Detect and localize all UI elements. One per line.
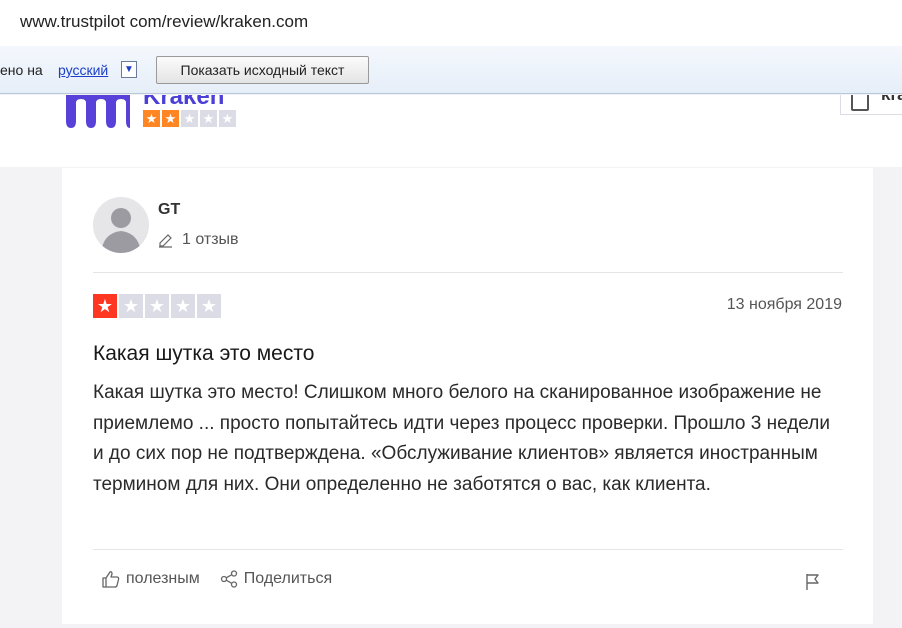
review-title[interactable]: Какая шутка это место — [93, 342, 314, 366]
review-card: GT 1 отзыв ★ ★ ★ ★ ★ 13 ноября 2019 Какая шу… — [62, 168, 873, 624]
thumbs-up-icon — [102, 571, 120, 588]
footer-divider — [93, 549, 843, 550]
star-icon: ★ — [93, 294, 117, 318]
kraken-logo[interactable] — [62, 95, 132, 131]
pencil-icon — [159, 233, 172, 248]
company-header: Kraken ★★★★★ kra — [0, 95, 902, 167]
star-icon: ★ — [145, 294, 169, 318]
review-count-text: 1 отзыв — [182, 231, 239, 248]
show-original-button[interactable]: Показать исходный текст — [156, 56, 369, 84]
star-icon: ★ — [181, 110, 198, 127]
review-actions: полезным Поделиться — [102, 570, 332, 588]
reviewer-name[interactable]: GT — [158, 201, 180, 219]
share-icon — [220, 570, 237, 588]
header-divider — [93, 272, 843, 273]
language-link[interactable]: русский — [58, 62, 108, 78]
star-icon: ★ — [197, 294, 221, 318]
star-icon: ★ — [119, 294, 143, 318]
review-rating-stars: ★ ★ ★ ★ ★ — [93, 294, 221, 318]
edit-icon — [851, 95, 869, 111]
user-avatar-icon[interactable] — [93, 197, 149, 253]
company-name[interactable]: Kraken — [143, 95, 224, 111]
review-date: 13 ноября 2019 — [726, 296, 842, 313]
useful-button[interactable]: полезным — [102, 570, 200, 588]
star-icon: ★ — [219, 110, 236, 127]
review-body: Какая шутка это место! Слишком много бел… — [93, 382, 830, 495]
flag-icon[interactable] — [805, 573, 821, 591]
share-label: Поделиться — [243, 570, 333, 587]
url-text[interactable]: www.trustpilot com/review/kraken.com — [20, 12, 308, 32]
company-rating-stars: ★ ★ ★ ★ ★ — [143, 110, 236, 127]
star-icon: ★ — [171, 294, 195, 318]
write-review-label: kra — [881, 95, 902, 105]
star-icon: ★ — [200, 110, 217, 127]
star-icon: ★ — [143, 110, 160, 127]
address-bar[interactable]: www.trustpilot com/review/kraken.com — [0, 0, 902, 46]
write-review-button[interactable]: kra — [840, 95, 902, 115]
useful-label: полезным — [126, 570, 200, 587]
translate-prefix-text: ено на — [0, 62, 43, 78]
reviewer-review-count: 1 отзыв — [158, 231, 239, 249]
star-icon: ★ — [162, 110, 179, 127]
translate-bar: ено на русский ▼ Показать исходный текст — [0, 46, 902, 94]
language-dropdown-icon[interactable]: ▼ — [121, 61, 137, 78]
share-button[interactable]: Поделиться — [220, 570, 332, 588]
